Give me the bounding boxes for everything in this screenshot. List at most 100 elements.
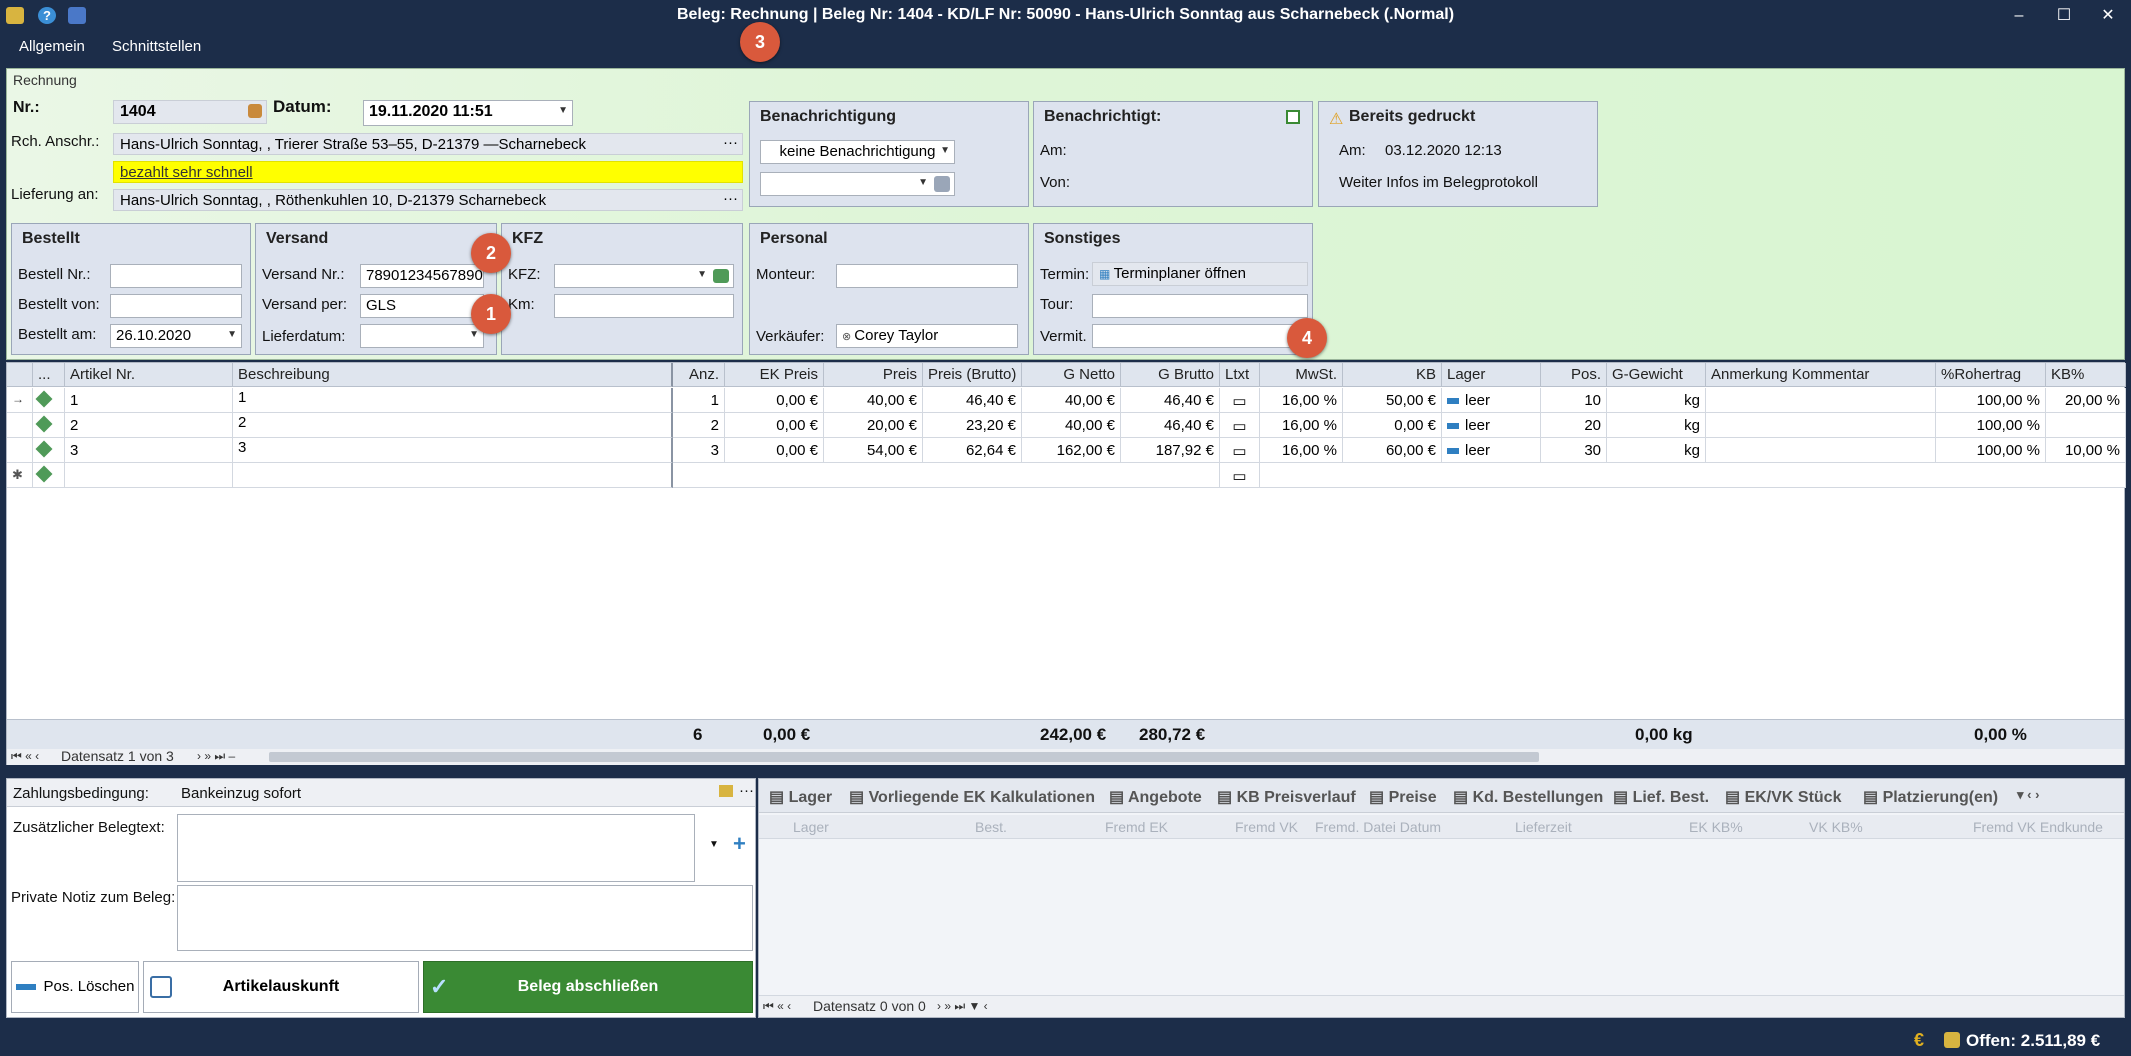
cell-rohertrag[interactable]: 100,00 % <box>1936 413 2046 438</box>
rch-ellipsis-button[interactable]: ··· <box>723 134 738 151</box>
col-artikel-nr[interactable]: Artikel Nr. <box>65 363 233 387</box>
cell-ek-preis[interactable]: 0,00 € <box>725 388 824 413</box>
col-anmerkung[interactable]: Anmerkung Kommentar <box>1706 363 1936 387</box>
tab-platzierung[interactable]: ▤ Platzierung(en) <box>1857 783 2004 811</box>
chevron-down-icon[interactable]: ▼ <box>709 839 719 850</box>
subnav-next-button[interactable]: › » ⏭ ▼ ‹ <box>937 999 988 1014</box>
cell-anmerkung[interactable] <box>1706 413 1936 438</box>
tab-lief-best[interactable]: ▤ Lief. Best. <box>1607 783 1715 811</box>
edit-icon[interactable] <box>33 438 65 463</box>
cell-preis[interactable]: 40,00 € <box>824 388 923 413</box>
col-preis-brutto[interactable]: Preis (Brutto) <box>923 363 1022 387</box>
positions-grid[interactable]: ... Artikel Nr. Beschreibung Anz. EK Pre… <box>6 362 2126 765</box>
cell-pos[interactable]: 20 <box>1541 413 1607 438</box>
tab-kb-preisverlauf[interactable]: ▤ KB Preisverlauf <box>1211 783 1362 811</box>
artikelauskunft-button[interactable]: Artikelauskunft <box>143 961 419 1013</box>
versand-per-field[interactable]: GLS <box>360 294 484 318</box>
cell-g-netto[interactable]: 40,00 € <box>1022 413 1121 438</box>
subnav-first-button[interactable]: ⏮ « ‹ <box>763 999 791 1014</box>
cell-lager[interactable]: leer <box>1442 438 1541 463</box>
cell-g-gewicht[interactable]: kg <box>1607 438 1706 463</box>
subcol-lieferzeit[interactable]: Lieferzeit <box>1515 819 1572 835</box>
cell-g-brutto[interactable]: 46,40 € <box>1121 413 1220 438</box>
cell-artikel-nr[interactable]: 3 <box>65 438 233 463</box>
cell-kb[interactable]: 60,00 € <box>1343 438 1442 463</box>
benachrichtigung-select[interactable]: keine Benachrichtigung ▼ <box>760 140 955 164</box>
versand-nr-field[interactable]: 78901234567890 <box>360 264 484 288</box>
menu-schnittstellen[interactable]: Schnittstellen <box>112 38 201 55</box>
cell-preis[interactable]: 20,00 € <box>824 413 923 438</box>
cell-rohertrag[interactable]: 100,00 % <box>1936 438 2046 463</box>
cell-preis-brutto[interactable]: 62,64 € <box>923 438 1022 463</box>
cell-kb[interactable]: 50,00 € <box>1343 388 1442 413</box>
col-g-gewicht[interactable]: G-Gewicht <box>1607 363 1706 387</box>
lieferung-ellipsis-button[interactable]: ··· <box>723 190 738 207</box>
cell-preis-brutto[interactable]: 46,40 € <box>923 388 1022 413</box>
bestellt-von-field[interactable] <box>110 294 242 318</box>
cell-anz[interactable]: 2 <box>673 413 725 438</box>
chevron-down-icon[interactable]: ▼ <box>469 329 479 340</box>
beleg-nr-field[interactable]: 1404 <box>113 100 267 124</box>
cell-kb-prozent[interactable]: 20,00 % <box>2046 388 2126 413</box>
kfz-select[interactable]: ▼ <box>554 264 734 288</box>
new-row-rest[interactable] <box>1260 463 2126 488</box>
col-mwst[interactable]: MwSt. <box>1260 363 1343 387</box>
maximize-button[interactable]: ☐ <box>2049 4 2079 28</box>
note-field[interactable]: bezahlt sehr schnell <box>113 161 743 183</box>
km-field[interactable] <box>554 294 734 318</box>
bestell-nr-field[interactable] <box>110 264 242 288</box>
cell-anz[interactable]: 1 <box>673 388 725 413</box>
beleg-abschliessen-button[interactable]: ✓ Beleg abschließen <box>423 961 753 1013</box>
col-preis[interactable]: Preis <box>824 363 923 387</box>
vermit-field[interactable] <box>1092 324 1308 348</box>
folder-icon[interactable] <box>719 785 733 797</box>
tab-kd-bestellungen[interactable]: ▤ Kd. Bestellungen <box>1447 783 1609 811</box>
subcol-vk-kb[interactable]: VK KB% <box>1809 819 1863 835</box>
cell-preis[interactable]: 54,00 € <box>824 438 923 463</box>
cell-preis-brutto[interactable]: 23,20 € <box>923 413 1022 438</box>
col-kb[interactable]: KB <box>1343 363 1442 387</box>
subcol-best[interactable]: Best. <box>975 819 1007 835</box>
phone-icon[interactable] <box>934 176 950 192</box>
subcol-ek-kb[interactable]: EK KB% <box>1689 819 1743 835</box>
verkaeufer-field[interactable]: ⊗ Corey Taylor <box>836 324 1018 348</box>
horizontal-scrollbar[interactable] <box>269 752 1539 762</box>
subcol-fremd-ek[interactable]: Fremd EK <box>1105 819 1168 835</box>
col-dots[interactable]: ... <box>33 363 65 387</box>
cell-lager[interactable]: leer <box>1442 388 1541 413</box>
chevron-down-icon[interactable]: ▼ <box>697 269 707 280</box>
lieferdatum-field[interactable]: ▼ <box>360 324 484 348</box>
minimize-button[interactable]: – <box>2004 4 2034 28</box>
tabs-overflow-button[interactable]: ▾ ‹ › <box>2011 783 2045 811</box>
ltxt-icon[interactable]: ▭ <box>1220 438 1260 463</box>
terminplaner-button[interactable]: ▦ Terminplaner öffnen <box>1092 262 1308 286</box>
cell-g-netto[interactable]: 162,00 € <box>1022 438 1121 463</box>
cell-beschreibung[interactable]: 3 <box>233 438 673 463</box>
tab-preise[interactable]: ▤ Preise <box>1363 783 1443 811</box>
lieferung-field[interactable]: Hans-Ulrich Sonntag, , Röthenkuhlen 10, … <box>113 189 743 211</box>
chevron-down-icon[interactable]: ▼ <box>940 145 950 156</box>
cell-artikel-nr[interactable]: 1 <box>65 388 233 413</box>
ltxt-icon[interactable]: ▭ <box>1220 413 1260 438</box>
add-icon[interactable]: + <box>733 831 746 857</box>
new-row-beschreibung[interactable] <box>233 463 673 488</box>
cell-anmerkung[interactable] <box>1706 388 1936 413</box>
col-rohertrag[interactable]: %Rohertrag <box>1936 363 2046 387</box>
cell-anmerkung[interactable] <box>1706 438 1936 463</box>
tab-lager[interactable]: ▤ Lager <box>763 783 838 811</box>
tour-field[interactable] <box>1092 294 1308 318</box>
zahlung-ellipsis[interactable]: ··· <box>739 782 754 799</box>
cell-ek-preis[interactable]: 0,00 € <box>725 438 824 463</box>
new-row-edit-icon[interactable] <box>33 463 65 488</box>
people-icon[interactable] <box>248 104 262 118</box>
cell-artikel-nr[interactable]: 2 <box>65 413 233 438</box>
col-ek-preis[interactable]: EK Preis <box>725 363 824 387</box>
zahlung-value[interactable]: Bankeinzug sofort <box>181 785 301 802</box>
new-row-artikel[interactable] <box>65 463 233 488</box>
cell-kb-prozent[interactable] <box>2046 413 2126 438</box>
cell-kb[interactable]: 0,00 € <box>1343 413 1442 438</box>
edit-icon[interactable] <box>33 388 65 413</box>
cell-anz[interactable]: 3 <box>673 438 725 463</box>
col-pos[interactable]: Pos. <box>1541 363 1607 387</box>
subcol-fremd-vk[interactable]: Fremd VK <box>1235 819 1298 835</box>
